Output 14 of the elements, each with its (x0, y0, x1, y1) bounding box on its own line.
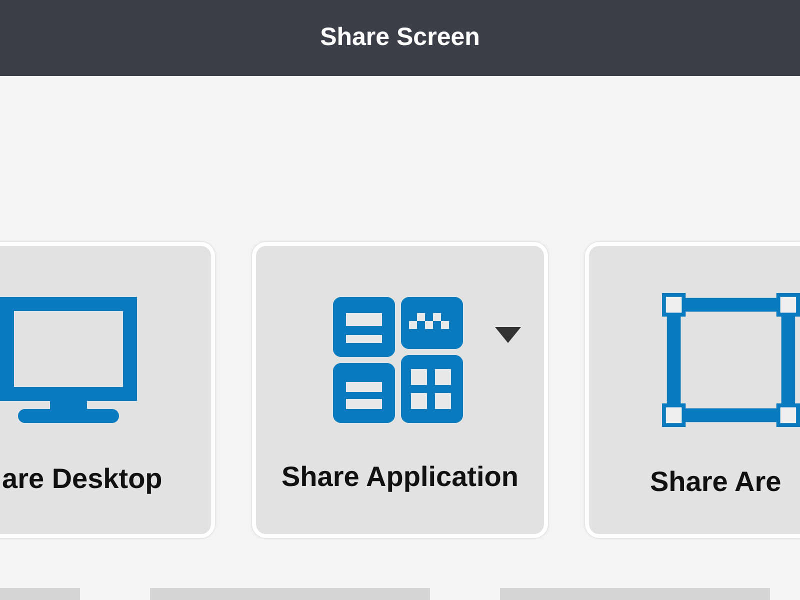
share-option-tile[interactable]: Share Are (585, 242, 800, 538)
option-label: are Desktop (2, 462, 164, 496)
window-title: Share Screen (320, 22, 480, 54)
share-option-tile[interactable]: are Desktop (0, 242, 215, 538)
share-option-tile[interactable]: Share Application (252, 242, 548, 538)
toolbar-tab[interactable] (500, 588, 770, 600)
option-label: Share Application (281, 460, 518, 494)
selection-frame-icon (662, 292, 800, 428)
toolbar-tab[interactable] (0, 588, 80, 600)
app-grid-icon (333, 297, 463, 423)
caret-icon[interactable] (495, 326, 521, 342)
toolbar-tab[interactable] (150, 588, 430, 600)
option-label: Share Are (650, 465, 782, 499)
monitor-icon (0, 297, 137, 425)
